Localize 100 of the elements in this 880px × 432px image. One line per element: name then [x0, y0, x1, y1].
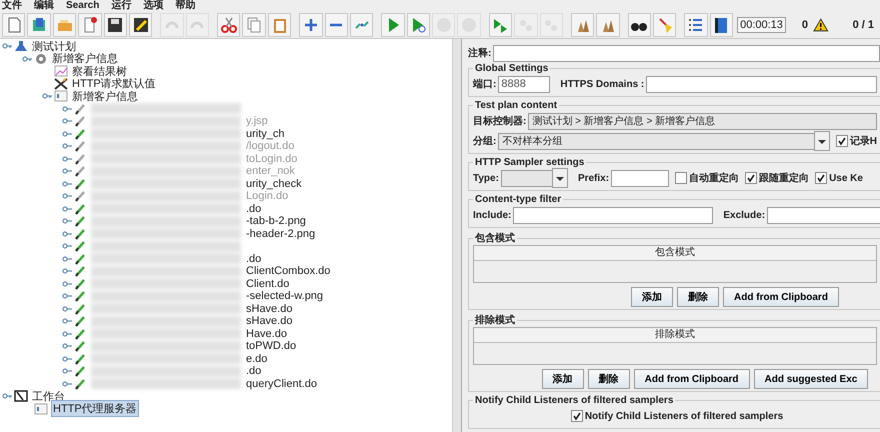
tree-handle-icon[interactable]: [62, 254, 72, 263]
paste-tool-icon[interactable]: [268, 13, 292, 37]
tree-node-label[interactable]: urity_ch: [245, 128, 286, 140]
cut-tool-icon[interactable]: [217, 13, 240, 37]
tree-handle-icon[interactable]: [62, 180, 72, 188]
checkbox[interactable]: [836, 135, 848, 147]
templates-tool-icon[interactable]: [27, 13, 51, 37]
checkbox[interactable]: [570, 410, 583, 422]
target-controller-select[interactable]: 测试计划 > 新增客户信息 > 新增客户信息: [528, 112, 877, 130]
tree-handle-icon[interactable]: [42, 92, 52, 100]
tree-handle-icon[interactable]: [62, 192, 72, 200]
startnp-tool-icon[interactable]: [406, 13, 430, 37]
prefix-field[interactable]: [611, 170, 670, 186]
tree-handle-icon[interactable]: [62, 304, 72, 313]
action-button[interactable]: 添加: [631, 287, 674, 307]
saveas-tool-icon[interactable]: [129, 13, 152, 37]
tree-handle-icon[interactable]: [62, 242, 72, 250]
action-button[interactable]: Add from Clipboard: [634, 369, 750, 389]
tree-node-label[interactable]: sHave.do: [245, 315, 294, 328]
action-button[interactable]: 删除: [677, 287, 720, 307]
tree-handle-icon[interactable]: [62, 342, 72, 350]
tree-node-label[interactable]: 测试计划: [31, 39, 77, 54]
port-field[interactable]: 8888: [498, 76, 550, 92]
save-tool-icon[interactable]: [104, 13, 128, 37]
include-field[interactable]: [513, 206, 714, 224]
tree-node-label[interactable]: Have.do: [245, 328, 288, 340]
tree-node-label[interactable]: .do: [245, 202, 262, 215]
tree-node-label[interactable]: .do: [245, 365, 262, 378]
toggle-tool-icon[interactable]: [350, 13, 374, 37]
tree-handle-icon[interactable]: [62, 117, 72, 126]
comment-field[interactable]: [493, 44, 880, 62]
tree-node-label[interactable]: -header-2.png: [245, 228, 316, 240]
tree-node-label[interactable]: -tab-b-2.png: [245, 215, 307, 228]
tree-node-label[interactable]: 新增客户信息: [71, 88, 139, 104]
close-tool-icon[interactable]: [78, 13, 102, 37]
https-domains-field[interactable]: [646, 76, 877, 92]
help-tool-icon[interactable]: [710, 13, 734, 37]
panel-icon: [34, 402, 48, 415]
checkbox[interactable]: [745, 172, 758, 184]
tree-node-label[interactable]: urity_check: [245, 178, 303, 190]
tree-handle-icon[interactable]: [62, 142, 72, 150]
tree-handle-icon[interactable]: [62, 104, 72, 113]
tree-handle-icon[interactable]: [62, 280, 72, 288]
tree-handle-icon[interactable]: [62, 267, 72, 276]
tree-node-label[interactable]: queryClient.do: [245, 378, 318, 390]
menu-item[interactable]: Search: [66, 0, 100, 12]
tree-node-label[interactable]: HTTP代理服务器: [51, 400, 139, 418]
checkbox-label: 自动重定向: [689, 171, 740, 185]
grouping-label: 分组:: [473, 134, 496, 148]
action-button[interactable]: Add from Clipboard: [723, 287, 839, 307]
new-tool-icon[interactable]: [2, 13, 26, 37]
tree-node-label[interactable]: 新增客户信息: [51, 51, 119, 66]
tree-handle-icon[interactable]: [62, 204, 72, 213]
tree-node-label[interactable]: HTTP请求默认值: [71, 76, 157, 92]
tree-handle-icon[interactable]: [62, 354, 72, 363]
checkbox-label: Use Ke: [829, 172, 863, 184]
tree-node-label[interactable]: .do: [245, 252, 262, 265]
tree-node-label[interactable]: ClientCombox.do: [245, 265, 332, 278]
checkbox-label: Notify Child Listeners of filtered samplers: [584, 410, 784, 422]
action-button[interactable]: Add suggested Exc: [754, 369, 868, 389]
tree-handle-icon[interactable]: [2, 42, 12, 50]
group-title: HTTP Sampler settings: [474, 157, 586, 168]
start-tool-icon[interactable]: [381, 13, 405, 37]
grouping-dropdown[interactable]: 不对样本分组: [498, 132, 815, 150]
checkbox[interactable]: [675, 172, 688, 184]
group-title: Content-type filter: [474, 194, 562, 205]
wrench-icon: [54, 78, 68, 90]
copy-tool-icon[interactable]: [242, 13, 266, 37]
checkbox[interactable]: [815, 172, 828, 184]
search-tool-icon[interactable]: [628, 13, 651, 37]
action-button[interactable]: 添加: [542, 369, 584, 389]
tree-handle-icon[interactable]: [62, 217, 72, 226]
tree-node-label[interactable]: toPWD.do: [245, 340, 298, 352]
scrollbar[interactable]: [452, 39, 461, 432]
tree-handle-icon[interactable]: [62, 330, 72, 338]
broom-tool-icon[interactable]: [652, 13, 676, 37]
tree-handle-icon[interactable]: [62, 167, 72, 176]
tree-node-label[interactable]: e.do: [245, 352, 268, 365]
expand-tool-icon[interactable]: [299, 13, 323, 37]
action-button[interactable]: 删除: [588, 369, 630, 389]
tree-handle-icon[interactable]: [62, 154, 72, 163]
tree-handle-icon[interactable]: [62, 130, 72, 138]
tree-handle-icon[interactable]: [62, 230, 72, 238]
tree-handle-icon[interactable]: [2, 392, 12, 400]
exclude-field[interactable]: [767, 206, 880, 224]
checkbox-label: 跟随重定向: [759, 171, 810, 185]
comment-label: 注释:: [468, 46, 492, 60]
elapsed-time: 00:00:13: [737, 17, 786, 33]
tree-handle-icon[interactable]: [62, 292, 72, 300]
tree-handle-icon[interactable]: [62, 380, 72, 388]
collapse-tool-icon[interactable]: [324, 13, 348, 37]
tree-node-label[interactable]: 察看结果树: [71, 64, 128, 79]
tree-handle-icon[interactable]: [22, 54, 32, 63]
tree-node-label[interactable]: Client.do: [245, 278, 290, 290]
tree-handle-icon[interactable]: [62, 317, 72, 326]
tree-node-label[interactable]: sHave.do: [245, 302, 294, 315]
tree-node-label[interactable]: -selected-w.png: [245, 290, 324, 302]
list-tool-icon[interactable]: [684, 13, 708, 37]
remote-tool-icon[interactable]: [488, 13, 512, 37]
tree-handle-icon[interactable]: [62, 367, 72, 376]
